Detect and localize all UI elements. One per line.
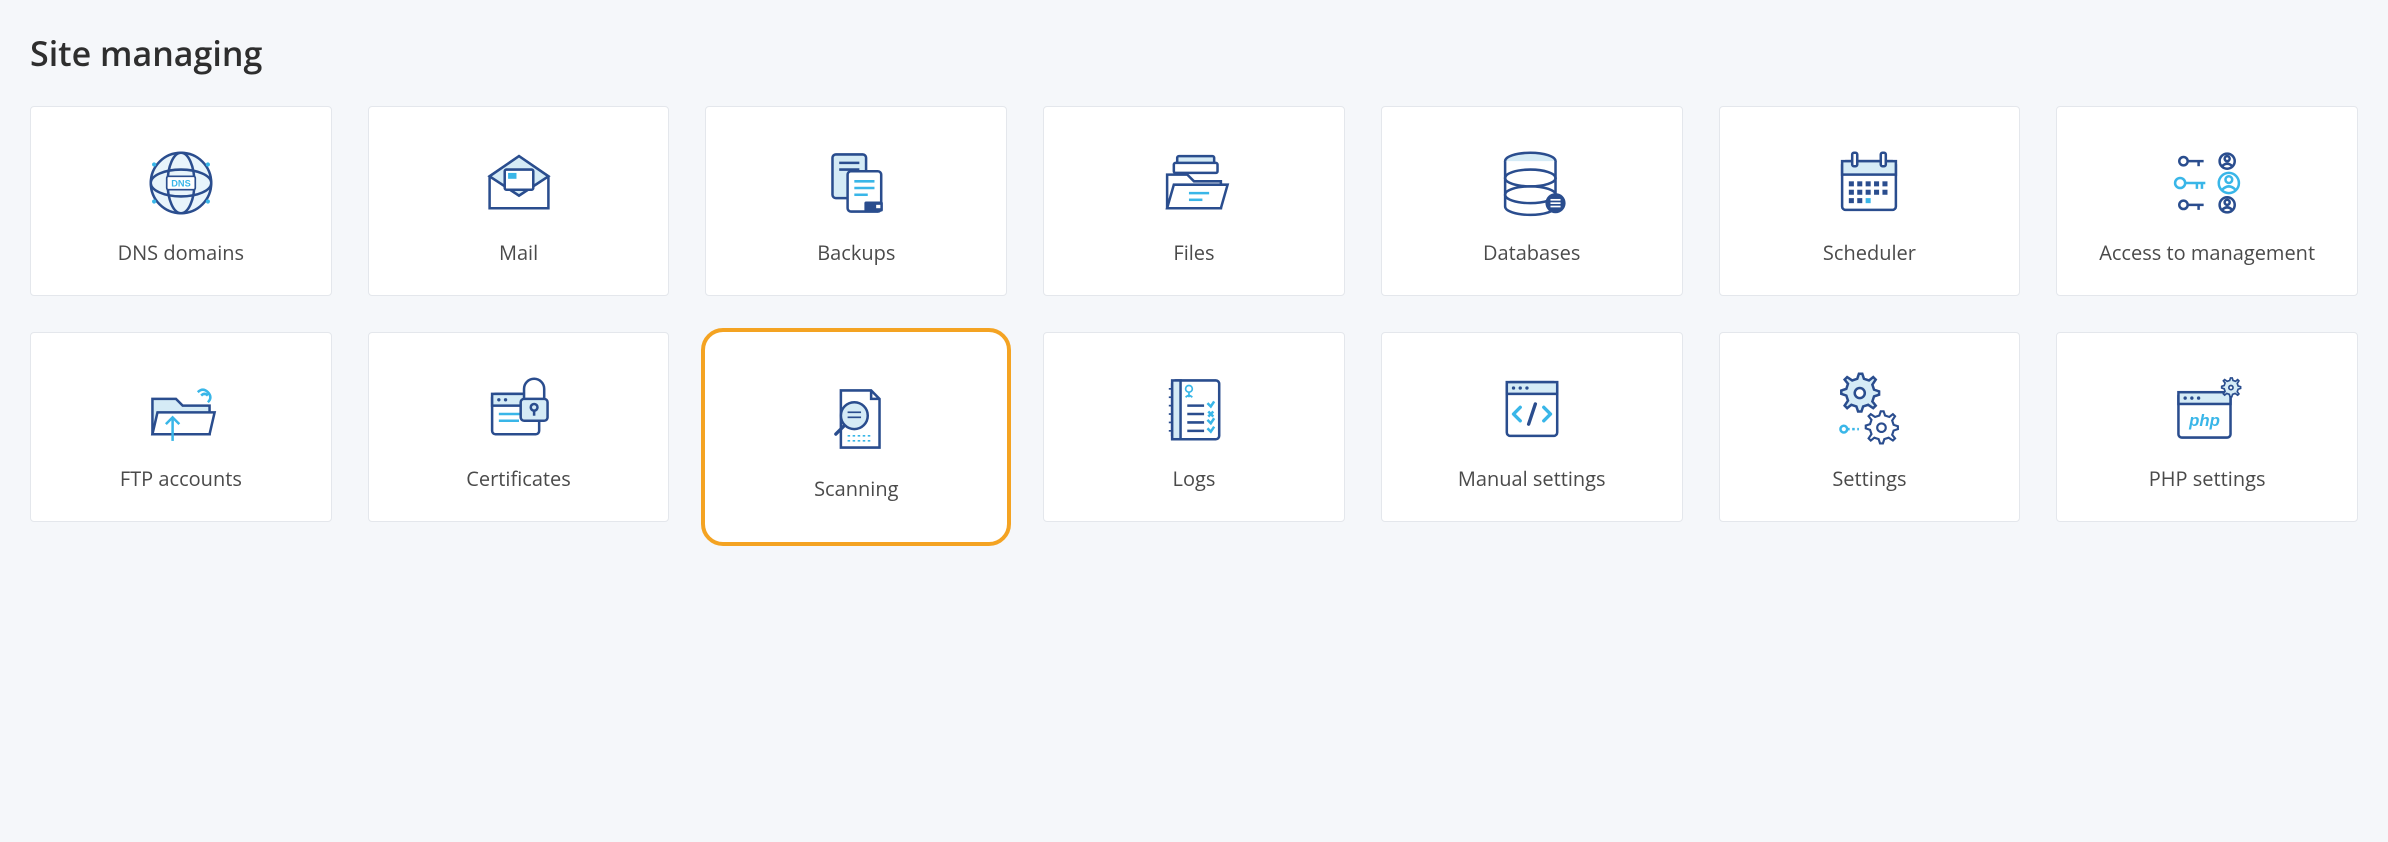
dns-globe-icon: DNS	[136, 138, 226, 228]
card-label: PHP settings	[2149, 466, 2266, 491]
card-label: DNS domains	[118, 240, 244, 265]
card-label: Scanning	[814, 476, 898, 501]
card-label: Files	[1173, 240, 1214, 265]
mail-icon	[474, 138, 564, 228]
card-scanning[interactable]: Scanning	[705, 332, 1007, 542]
card-logs[interactable]: Logs	[1043, 332, 1345, 522]
svg-text:DNS: DNS	[171, 178, 191, 188]
card-label: Scheduler	[1823, 240, 1916, 265]
card-dns-domains[interactable]: DNS DNS domains	[30, 106, 332, 296]
logs-icon	[1149, 364, 1239, 454]
card-mail[interactable]: Mail	[368, 106, 670, 296]
card-label: Databases	[1483, 240, 1581, 265]
ftp-accounts-icon	[136, 364, 226, 454]
card-label: Access to management	[2099, 240, 2315, 265]
svg-text:php: php	[2188, 410, 2220, 429]
manual-settings-icon	[1487, 364, 1577, 454]
card-manual[interactable]: Manual settings	[1381, 332, 1683, 522]
access-icon	[2162, 138, 2252, 228]
scanning-icon	[811, 374, 901, 464]
backups-icon	[811, 138, 901, 228]
card-files[interactable]: Files	[1043, 106, 1345, 296]
php-settings-icon: php	[2162, 364, 2252, 454]
card-label: FTP accounts	[120, 466, 242, 491]
card-certificates[interactable]: Certificates	[368, 332, 670, 522]
page-title: Site managing	[30, 30, 2358, 76]
card-label: Manual settings	[1458, 466, 1606, 491]
scheduler-icon	[1824, 138, 1914, 228]
card-scheduler[interactable]: Scheduler	[1719, 106, 2021, 296]
files-icon	[1149, 138, 1239, 228]
card-grid: DNS DNS domains Mail Backups Files Datab…	[30, 106, 2358, 542]
card-php[interactable]: php PHP settings	[2056, 332, 2358, 522]
databases-icon	[1487, 138, 1577, 228]
card-databases[interactable]: Databases	[1381, 106, 1683, 296]
settings-icon	[1824, 364, 1914, 454]
card-backups[interactable]: Backups	[705, 106, 1007, 296]
card-access[interactable]: Access to management	[2056, 106, 2358, 296]
card-settings[interactable]: Settings	[1719, 332, 2021, 522]
card-label: Certificates	[466, 466, 571, 491]
certificates-icon	[474, 364, 564, 454]
card-label: Backups	[817, 240, 895, 265]
card-label: Mail	[499, 240, 538, 265]
card-ftp-accounts[interactable]: FTP accounts	[30, 332, 332, 522]
card-label: Logs	[1173, 466, 1216, 491]
card-label: Settings	[1832, 466, 1906, 491]
